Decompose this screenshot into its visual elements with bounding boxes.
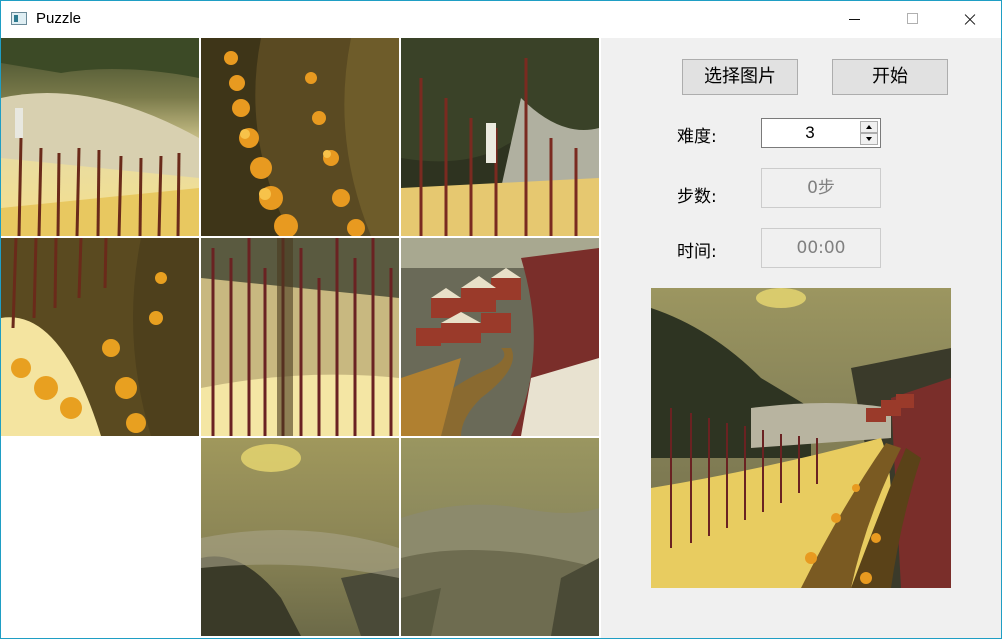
puzzle-board [1,38,601,638]
difficulty-spinbox[interactable]: 3 [761,118,881,148]
puzzle-tile-8[interactable] [201,438,399,636]
puzzle-tile-6[interactable] [401,238,599,436]
maximize-button[interactable] [889,1,935,38]
puzzle-tile-5[interactable] [201,238,399,436]
window-title: Puzzle [36,10,82,27]
time-label: 时间: [677,242,717,262]
puzzle-tile-4[interactable] [1,238,199,436]
preview-image [651,288,951,588]
start-button[interactable]: 开始 [832,59,948,95]
time-field: 00:00 [761,228,881,268]
app-icon [11,12,27,25]
difficulty-label: 难度: [677,127,717,147]
spin-up-icon[interactable] [860,121,878,133]
spin-down-icon[interactable] [860,133,878,145]
minimize-button[interactable] [831,1,877,38]
select-image-button[interactable]: 选择图片 [682,59,798,95]
difficulty-value[interactable]: 3 [762,119,858,147]
title-bar[interactable]: Puzzle [1,1,1001,38]
steps-label: 步数: [677,187,717,207]
puzzle-tile-1[interactable] [1,38,199,236]
puzzle-tile-2[interactable] [201,38,399,236]
puzzle-tile-3[interactable] [401,38,599,236]
close-button[interactable] [947,1,993,38]
puzzle-tile-9[interactable] [401,438,599,636]
steps-field: 0步 [761,168,881,208]
puzzle-empty-slot [1,438,199,636]
control-panel: 选择图片 开始 难度: 3 步数: 0步 时间: 00:00 [602,38,1000,638]
